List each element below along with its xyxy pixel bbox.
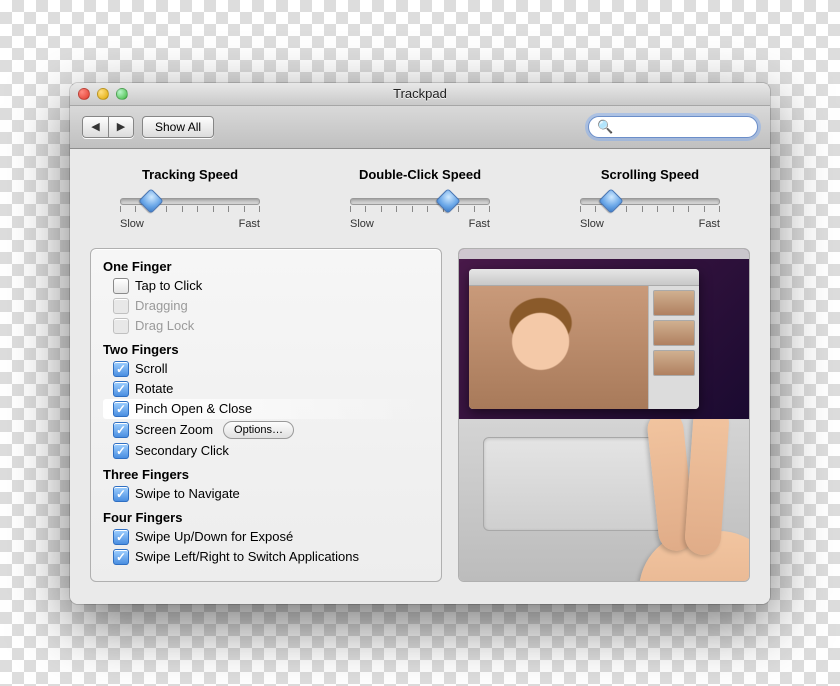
content-area: Tracking Speed Slow Fast Double-Click Sp… (70, 149, 770, 604)
doubleclick-speed-label: Double-Click Speed (320, 167, 520, 182)
swipe-navigate-row[interactable]: Swipe to Navigate (103, 484, 429, 504)
screen-zoom-label: Screen Zoom (135, 422, 213, 437)
tracking-speed-group: Tracking Speed Slow Fast (90, 167, 290, 230)
tracking-speed-label: Tracking Speed (90, 167, 290, 182)
drag-lock-checkbox (113, 318, 129, 334)
rotate-row[interactable]: Rotate (103, 379, 429, 399)
swipe-expose-label: Swipe Up/Down for Exposé (135, 529, 293, 544)
rotate-label: Rotate (135, 381, 173, 396)
scrolling-max-label: Fast (699, 218, 720, 230)
tap-to-click-row[interactable]: Tap to Click (103, 276, 429, 296)
scroll-row[interactable]: Scroll (103, 359, 429, 379)
swipe-expose-checkbox[interactable] (113, 529, 129, 545)
search-input[interactable] (617, 119, 770, 135)
nav-segment: ◀ ▶ (82, 116, 134, 138)
forward-button[interactable]: ▶ (108, 116, 134, 138)
scroll-label: Scroll (135, 361, 168, 376)
search-field[interactable]: 🔍 (588, 116, 758, 138)
traffic-lights (70, 88, 128, 100)
titlebar: Trackpad (70, 83, 770, 106)
window-title: Trackpad (70, 86, 770, 101)
four-fingers-title: Four Fingers (103, 510, 429, 525)
one-finger-title: One Finger (103, 259, 429, 274)
swipe-expose-row[interactable]: Swipe Up/Down for Exposé (103, 527, 429, 547)
preview-screen (459, 249, 749, 419)
pinch-checkbox[interactable] (113, 401, 129, 417)
zoom-button[interactable] (116, 88, 128, 100)
drag-lock-row: Drag Lock (103, 316, 429, 336)
scrolling-speed-group: Scrolling Speed Slow Fast (550, 167, 750, 230)
tracking-max-label: Fast (239, 218, 260, 230)
pinch-label: Pinch Open & Close (135, 401, 252, 416)
scrolling-speed-slider[interactable] (580, 188, 720, 216)
secondary-click-label: Secondary Click (135, 443, 229, 458)
rotate-checkbox[interactable] (113, 381, 129, 397)
drag-lock-label: Drag Lock (135, 318, 194, 333)
preview-trackpad (459, 419, 749, 581)
secondary-click-row[interactable]: Secondary Click (103, 441, 429, 461)
pinch-row[interactable]: Pinch Open & Close (103, 399, 429, 419)
show-all-button[interactable]: Show All (142, 116, 214, 138)
swipe-switch-row[interactable]: Swipe Left/Right to Switch Applications (103, 547, 429, 567)
tracking-speed-slider[interactable] (120, 188, 260, 216)
gestures-panel: One Finger Tap to Click Dragging Drag Lo… (90, 248, 442, 582)
scroll-checkbox[interactable] (113, 361, 129, 377)
lower-row: One Finger Tap to Click Dragging Drag Lo… (90, 248, 750, 582)
sliders-row: Tracking Speed Slow Fast Double-Click Sp… (90, 167, 750, 230)
tap-to-click-label: Tap to Click (135, 278, 202, 293)
screen-zoom-checkbox[interactable] (113, 422, 129, 438)
toolbar: ◀ ▶ Show All 🔍 (70, 106, 770, 149)
search-icon: 🔍 (597, 120, 613, 133)
tap-to-click-checkbox[interactable] (113, 278, 129, 294)
dragging-row: Dragging (103, 296, 429, 316)
swipe-switch-checkbox[interactable] (113, 549, 129, 565)
screen-zoom-options-button[interactable]: Options… (223, 421, 294, 439)
secondary-click-checkbox[interactable] (113, 443, 129, 459)
swipe-navigate-label: Swipe to Navigate (135, 486, 240, 501)
doubleclick-speed-slider[interactable] (350, 188, 490, 216)
preferences-window: Trackpad ◀ ▶ Show All 🔍 Tracking Speed (70, 83, 770, 604)
doubleclick-min-label: Slow (350, 218, 374, 230)
doubleclick-speed-group: Double-Click Speed Slow Fast (320, 167, 520, 230)
hand-illustration (589, 419, 749, 581)
gesture-preview (458, 248, 750, 582)
dragging-checkbox (113, 298, 129, 314)
two-fingers-title: Two Fingers (103, 342, 429, 357)
close-button[interactable] (78, 88, 90, 100)
minimize-button[interactable] (97, 88, 109, 100)
screen-zoom-row[interactable]: Screen Zoom Options… (103, 419, 429, 441)
tracking-min-label: Slow (120, 218, 144, 230)
dragging-label: Dragging (135, 298, 188, 313)
doubleclick-max-label: Fast (469, 218, 490, 230)
swipe-switch-label: Swipe Left/Right to Switch Applications (135, 549, 359, 564)
back-button[interactable]: ◀ (82, 116, 108, 138)
scrolling-speed-label: Scrolling Speed (550, 167, 750, 182)
swipe-navigate-checkbox[interactable] (113, 486, 129, 502)
scrolling-min-label: Slow (580, 218, 604, 230)
three-fingers-title: Three Fingers (103, 467, 429, 482)
